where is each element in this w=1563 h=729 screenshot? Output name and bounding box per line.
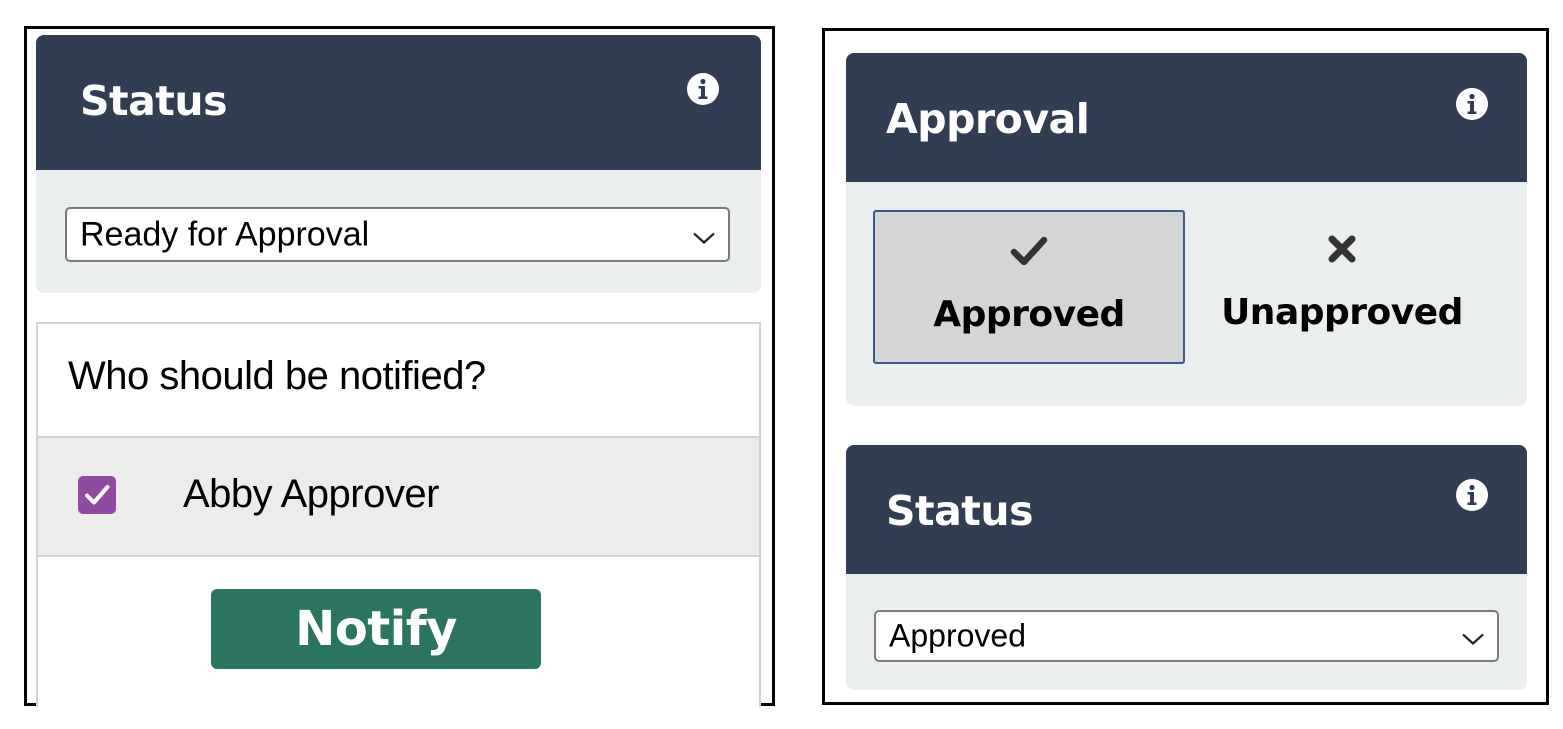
left-screenshot-panel: Status Ready for Approval Who should be … xyxy=(24,26,775,707)
approval-card-title: Approval xyxy=(886,95,1090,143)
status-card-title: Status xyxy=(886,487,1034,535)
recipient-name: Abby Approver xyxy=(183,472,439,516)
chevron-down-icon xyxy=(1461,618,1485,655)
status-select[interactable]: Ready for Approval xyxy=(65,207,730,262)
recipient-checkbox[interactable] xyxy=(78,476,116,514)
info-icon[interactable] xyxy=(1455,478,1489,512)
approval-card-header: Approval xyxy=(846,53,1527,182)
approval-card: Approval Approved Unapproved xyxy=(846,53,1527,406)
status-select-value: Ready for Approval xyxy=(80,215,370,253)
info-icon[interactable] xyxy=(686,72,720,106)
x-mark-icon xyxy=(1186,232,1498,266)
info-icon[interactable] xyxy=(1455,87,1489,121)
approved-option-button[interactable]: Approved xyxy=(873,210,1185,364)
status-select[interactable]: Approved xyxy=(874,610,1499,662)
status-select-value: Approved xyxy=(889,617,1026,654)
chevron-down-icon xyxy=(692,215,716,254)
status-card-header: Status xyxy=(846,445,1527,574)
status-card-title: Status xyxy=(80,77,228,125)
status-card-header: Status xyxy=(36,35,761,170)
approved-option-label: Approved xyxy=(933,294,1125,335)
notify-panel: Who should be notified? Abby Approver No… xyxy=(36,322,761,707)
notify-button[interactable]: Notify xyxy=(211,589,541,669)
notify-question: Who should be notified? xyxy=(68,354,486,398)
unapproved-option-button[interactable]: Unapproved xyxy=(1186,210,1498,364)
recipient-row[interactable]: Abby Approver xyxy=(38,436,759,557)
unapproved-option-label: Unapproved xyxy=(1221,292,1463,333)
status-card: Status Ready for Approval xyxy=(36,35,761,293)
status-card: Status Approved xyxy=(846,445,1527,690)
right-screenshot-panel: Approval Approved Unapproved Status Appr… xyxy=(822,28,1549,705)
checkmark-icon xyxy=(875,234,1183,268)
